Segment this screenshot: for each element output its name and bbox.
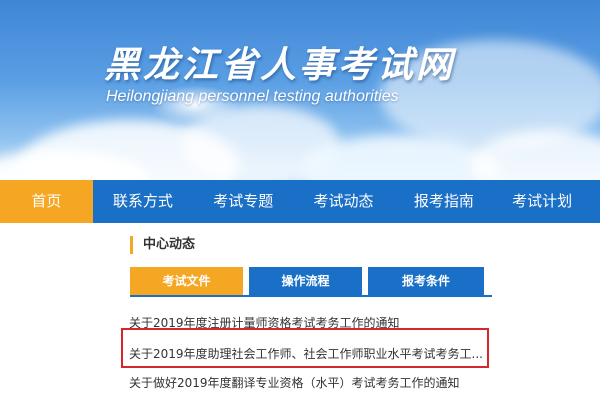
tab-underline [130, 295, 492, 297]
news-link[interactable]: 关于做好2019年度翻译专业资格（水平）考试考务工作的通知 [129, 374, 489, 400]
news-link[interactable]: 关于2019年度注册计量师资格考试考务工作的通知 [129, 314, 489, 342]
nav-item-home[interactable]: 首页 [0, 180, 93, 223]
section-title: 中心动态 [130, 236, 195, 254]
site-title: 黑龙江省人事考试网 [104, 45, 456, 86]
news-link[interactable]: 关于2019年度助理社会工作师、社会工作师职业水平考试考务工... [129, 345, 489, 373]
news-list: 关于2019年度注册计量师资格考试考务工作的通知 关于2019年度助理社会工作师… [129, 314, 489, 398]
main-nav: 首页 联系方式 考试专题 考试动态 报考指南 考试计划 [0, 180, 600, 223]
nav-item-exam-news[interactable]: 考试动态 [293, 180, 393, 223]
section-tabs: 考试文件 操作流程 报考条件 [130, 267, 484, 295]
tab-procedures[interactable]: 操作流程 [249, 267, 362, 295]
header-banner: 黑龙江省人事考试网 Heilongjiang personnel testing… [0, 0, 600, 180]
tab-eligibility[interactable]: 报考条件 [368, 267, 484, 295]
nav-item-contact[interactable]: 联系方式 [93, 180, 193, 223]
site-subtitle: Heilongjiang personnel testing authoriti… [106, 88, 399, 105]
nav-item-registration-guide[interactable]: 报考指南 [394, 180, 494, 223]
tab-exam-documents[interactable]: 考试文件 [130, 267, 243, 295]
nav-item-exam-topics[interactable]: 考试专题 [193, 180, 293, 223]
nav-item-exam-plan[interactable]: 考试计划 [494, 180, 600, 223]
